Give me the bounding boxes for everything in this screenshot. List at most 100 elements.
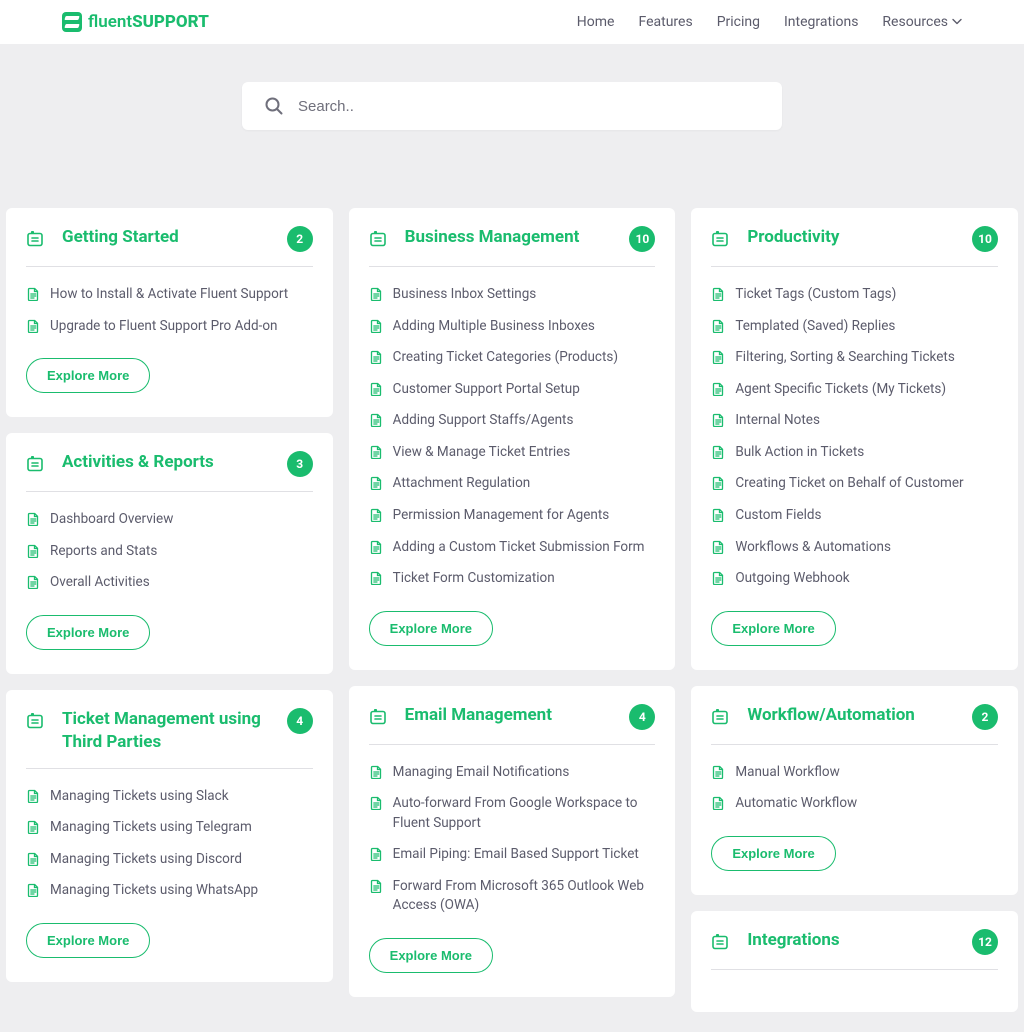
doc-link[interactable]: Auto-forward From Google Workspace to Fl… xyxy=(369,794,656,833)
category-icon xyxy=(711,932,729,950)
doc-link-label: Outgoing Webhook xyxy=(735,569,849,589)
document-icon xyxy=(711,508,725,522)
doc-link-label: Customer Support Portal Setup xyxy=(393,380,580,400)
doc-link[interactable]: Upgrade to Fluent Support Pro Add-on xyxy=(26,317,313,337)
doc-link-label: Managing Tickets using Discord xyxy=(50,850,242,870)
chevron-down-icon xyxy=(952,17,962,27)
document-icon xyxy=(369,879,383,893)
document-icon xyxy=(369,765,383,779)
card-column: Getting Started2How to Install & Activat… xyxy=(6,208,333,982)
doc-link-label: Upgrade to Fluent Support Pro Add-on xyxy=(50,317,278,337)
doc-link-label: Managing Tickets using Slack xyxy=(50,787,229,807)
doc-link[interactable]: Managing Tickets using Slack xyxy=(26,787,313,807)
doc-link-label: Templated (Saved) Replies xyxy=(735,317,895,337)
doc-link[interactable]: Creating Ticket on Behalf of Customer xyxy=(711,474,998,494)
document-icon xyxy=(26,883,40,897)
document-icon xyxy=(369,540,383,554)
document-icon xyxy=(711,445,725,459)
logo[interactable]: fluentSUPPORT xyxy=(62,12,209,32)
card-items: Managing Tickets using Slack Managing Tic… xyxy=(26,787,313,901)
doc-link[interactable]: Business Inbox Settings xyxy=(369,285,656,305)
doc-link-label: Email Piping: Email Based Support Ticket xyxy=(393,845,639,865)
doc-link[interactable]: Ticket Form Customization xyxy=(369,569,656,589)
doc-link[interactable]: Email Piping: Email Based Support Ticket xyxy=(369,845,656,865)
doc-link[interactable]: Agent Specific Tickets (My Tickets) xyxy=(711,380,998,400)
doc-link[interactable]: View & Manage Ticket Entries xyxy=(369,443,656,463)
search-icon xyxy=(264,96,284,116)
card-head: Email Management4 xyxy=(369,704,656,745)
doc-link[interactable]: Filtering, Sorting & Searching Tickets xyxy=(711,348,998,368)
doc-link[interactable]: Reports and Stats xyxy=(26,542,313,562)
card-integrations: Integrations12 xyxy=(691,911,1018,1012)
card-title: Productivity xyxy=(747,226,954,249)
nav-pricing[interactable]: Pricing xyxy=(717,14,760,30)
doc-link[interactable]: Internal Notes xyxy=(711,411,998,431)
doc-link-label: Attachment Regulation xyxy=(393,474,531,494)
search-band xyxy=(0,44,1024,178)
card-title: Workflow/Automation xyxy=(747,704,954,727)
search-input[interactable] xyxy=(298,98,760,115)
doc-link[interactable]: Managing Tickets using WhatsApp xyxy=(26,881,313,901)
document-icon xyxy=(711,476,725,490)
document-icon xyxy=(711,382,725,396)
document-icon xyxy=(369,319,383,333)
card-title: Ticket Management using Third Parties xyxy=(62,708,269,754)
doc-link[interactable]: Automatic Workflow xyxy=(711,794,998,814)
document-icon xyxy=(26,319,40,333)
card-head: Productivity 10 xyxy=(711,226,998,267)
doc-link-label: Managing Tickets using WhatsApp xyxy=(50,881,258,901)
doc-link-label: Agent Specific Tickets (My Tickets) xyxy=(735,380,946,400)
count-badge: 10 xyxy=(972,226,998,252)
explore-more-button[interactable]: Explore More xyxy=(26,923,150,958)
doc-link[interactable]: Adding Multiple Business Inboxes xyxy=(369,317,656,337)
document-icon xyxy=(26,544,40,558)
doc-link[interactable]: Forward From Microsoft 365 Outlook Web A… xyxy=(369,877,656,916)
doc-link-label: Creating Ticket Categories (Products) xyxy=(393,348,618,368)
doc-link-label: Automatic Workflow xyxy=(735,794,857,814)
logo-mark-icon xyxy=(62,12,82,32)
doc-link-label: Auto-forward From Google Workspace to Fl… xyxy=(393,794,656,833)
explore-more-button[interactable]: Explore More xyxy=(711,611,835,646)
doc-link[interactable]: Manual Workflow xyxy=(711,763,998,783)
document-icon xyxy=(369,508,383,522)
doc-link-label: Reports and Stats xyxy=(50,542,157,562)
doc-link[interactable]: Permission Management for Agents xyxy=(369,506,656,526)
nav-integrations[interactable]: Integrations xyxy=(784,14,858,30)
doc-link[interactable]: Templated (Saved) Replies xyxy=(711,317,998,337)
doc-link[interactable]: Managing Email Notifications xyxy=(369,763,656,783)
explore-more-button[interactable]: Explore More xyxy=(26,615,150,650)
card-column: Productivity 10 Ticket Tags (Custom Tags) T… xyxy=(691,208,1018,1012)
card-items: Business Inbox Settings Adding Multiple B… xyxy=(369,285,656,589)
explore-more-button[interactable]: Explore More xyxy=(369,611,493,646)
doc-link[interactable]: Managing Tickets using Discord xyxy=(26,850,313,870)
search-box[interactable] xyxy=(242,82,782,130)
doc-link[interactable]: Workflows & Automations xyxy=(711,538,998,558)
doc-link[interactable]: Ticket Tags (Custom Tags) xyxy=(711,285,998,305)
doc-link[interactable]: Attachment Regulation xyxy=(369,474,656,494)
doc-link[interactable]: Bulk Action in Tickets xyxy=(711,443,998,463)
doc-link[interactable]: Adding Support Staffs/Agents xyxy=(369,411,656,431)
doc-link[interactable]: How to Install & Activate Fluent Support xyxy=(26,285,313,305)
doc-link[interactable]: Dashboard Overview xyxy=(26,510,313,530)
doc-link-label: Forward From Microsoft 365 Outlook Web A… xyxy=(393,877,656,916)
document-icon xyxy=(26,820,40,834)
explore-more-button[interactable]: Explore More xyxy=(369,938,493,973)
doc-link[interactable]: Overall Activities xyxy=(26,573,313,593)
content: Getting Started2How to Install & Activat… xyxy=(0,178,1024,1032)
document-icon xyxy=(711,540,725,554)
document-icon xyxy=(369,796,383,810)
nav-home[interactable]: Home xyxy=(577,14,615,30)
doc-link[interactable]: Outgoing Webhook xyxy=(711,569,998,589)
document-icon xyxy=(369,350,383,364)
doc-link[interactable]: Creating Ticket Categories (Products) xyxy=(369,348,656,368)
document-icon xyxy=(369,382,383,396)
explore-more-button[interactable]: Explore More xyxy=(26,358,150,393)
doc-link[interactable]: Custom Fields xyxy=(711,506,998,526)
doc-link[interactable]: Managing Tickets using Telegram xyxy=(26,818,313,838)
nav-features[interactable]: Features xyxy=(638,14,692,30)
explore-more-button[interactable]: Explore More xyxy=(711,836,835,871)
nav-resources[interactable]: Resources xyxy=(882,14,962,30)
document-icon xyxy=(711,319,725,333)
doc-link[interactable]: Customer Support Portal Setup xyxy=(369,380,656,400)
doc-link[interactable]: Adding a Custom Ticket Submission Form xyxy=(369,538,656,558)
